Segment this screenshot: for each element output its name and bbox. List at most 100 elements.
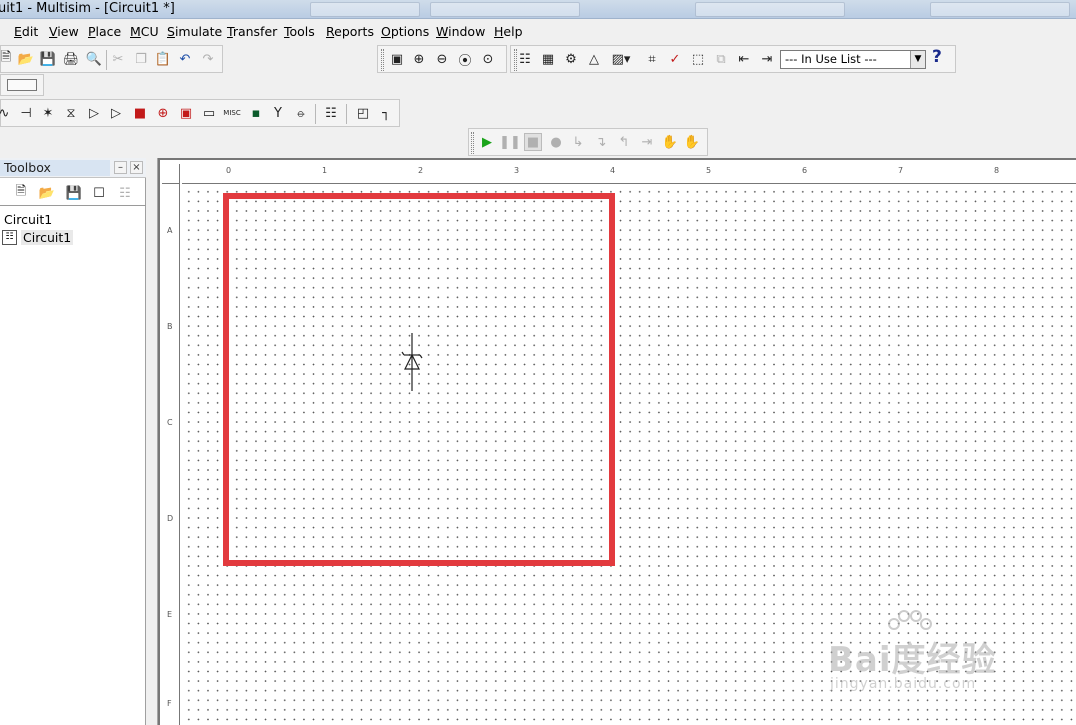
print-icon[interactable]: 🖨 bbox=[62, 50, 80, 68]
hierarchical-block-icon[interactable]: ◰ bbox=[354, 104, 372, 122]
toggle-fullscreen-icon[interactable]: ▣ bbox=[388, 50, 406, 68]
record-icon[interactable]: ● bbox=[547, 133, 565, 151]
mcu-component-icon[interactable]: ☷ bbox=[322, 104, 340, 122]
menu-bar: Edit View Place MCU Simulate Transfer To… bbox=[0, 19, 1076, 43]
save-icon[interactable]: 💾 bbox=[39, 50, 57, 68]
paste-icon[interactable]: 📋 bbox=[154, 50, 172, 68]
close-design-icon[interactable]: ☐ bbox=[90, 184, 108, 202]
new-icon[interactable]: 🗎 bbox=[0, 50, 15, 68]
redo-icon[interactable]: ↷ bbox=[199, 50, 217, 68]
menu-simulate[interactable]: Simulate bbox=[167, 24, 222, 39]
tree-item-label: Circuit1 bbox=[21, 230, 74, 245]
open-design-icon[interactable]: 📂 bbox=[38, 184, 56, 202]
open-folder-icon[interactable]: 📂 bbox=[17, 50, 35, 68]
zoom-fit-icon[interactable]: ⊙ bbox=[479, 50, 497, 68]
menu-transfer[interactable]: Transfer bbox=[227, 24, 277, 39]
spreadsheet-view-icon[interactable]: ▦ bbox=[539, 50, 557, 68]
tree-root[interactable]: Circuit1 bbox=[4, 212, 52, 227]
new-design-icon[interactable]: 🗎 bbox=[12, 184, 30, 202]
save-design-icon[interactable]: 💾 bbox=[65, 184, 83, 202]
power-component-icon[interactable]: ▭ bbox=[200, 104, 218, 122]
step-out-icon[interactable]: ↰ bbox=[615, 133, 633, 151]
print-preview-icon[interactable]: 🔍 bbox=[85, 50, 103, 68]
menu-mcu[interactable]: MCU bbox=[130, 24, 159, 39]
back-annotate-icon[interactable]: ⇤ bbox=[735, 50, 753, 68]
cmos-icon[interactable]: ■ bbox=[131, 104, 149, 122]
indicator-icon[interactable]: ▣ bbox=[177, 104, 195, 122]
erc-icon[interactable]: ✓ bbox=[666, 50, 684, 68]
zoom-out-icon[interactable]: ⊖ bbox=[433, 50, 451, 68]
bus-icon[interactable]: ┐ bbox=[377, 104, 395, 122]
grapher-icon[interactable]: ▨▾ bbox=[609, 50, 633, 68]
forward-annotate-icon[interactable]: ⧉ bbox=[712, 50, 730, 68]
undo-icon[interactable]: ↶ bbox=[176, 50, 194, 68]
menu-view[interactable]: View bbox=[49, 24, 79, 39]
components-toolbar: ∿ ⊣ ✶ ⧖ ▷ ▷ ■ ⊕ ▣ ▭ MISC ▪ Υ ⦵ ☷ ◰ ┐ bbox=[0, 99, 400, 127]
remove-breakpoints-icon[interactable]: ✋ bbox=[683, 133, 701, 151]
title-bar: uit1 - Multisim - [Circuit1 *] bbox=[0, 0, 1076, 19]
view-toolbar: ▣ ⊕ ⊖ ⦿ ⊙ bbox=[377, 45, 507, 73]
postprocessor-icon[interactable]: ⌗ bbox=[643, 50, 661, 68]
run-to-cursor-icon[interactable]: ⇥ bbox=[638, 133, 656, 151]
cut-icon[interactable]: ✂ bbox=[109, 50, 127, 68]
close-button[interactable]: × bbox=[130, 161, 143, 174]
ttl-icon[interactable]: ▷ bbox=[107, 104, 125, 122]
stop-icon[interactable]: ■ bbox=[524, 133, 542, 151]
diode-component[interactable] bbox=[400, 333, 424, 391]
taskbar-tab[interactable] bbox=[930, 2, 1070, 17]
standard-toolbar: 🗎 📂 💾 🖨 🔍 ✂ ❐ 📋 ↶ ↷ bbox=[0, 45, 223, 73]
in-use-list-select[interactable]: --- In Use List --- ▼ bbox=[780, 50, 926, 69]
ruler-top: 0 1 2 3 4 5 6 7 8 bbox=[182, 164, 1076, 184]
mixed-icon[interactable]: ⊕ bbox=[154, 104, 172, 122]
misc-icon[interactable]: MISC bbox=[223, 104, 241, 122]
menu-help[interactable]: Help bbox=[494, 24, 523, 39]
window-title: uit1 - Multisim - [Circuit1 *] bbox=[0, 1, 175, 16]
in-use-list-value: --- In Use List --- bbox=[785, 52, 877, 66]
taskbar-tab[interactable] bbox=[430, 2, 580, 17]
menu-window[interactable]: Window bbox=[436, 24, 485, 39]
pause-icon[interactable]: ❚❚ bbox=[499, 133, 521, 151]
menu-options[interactable]: Options bbox=[381, 24, 429, 39]
diode-icon[interactable]: ✶ bbox=[39, 104, 57, 122]
taskbar-tab[interactable] bbox=[310, 2, 420, 17]
rf-icon[interactable]: Υ bbox=[269, 104, 287, 122]
capture-area-icon[interactable]: ⬚ bbox=[689, 50, 707, 68]
transistor-icon[interactable]: ⧖ bbox=[62, 104, 80, 122]
zoom-area-icon[interactable]: ⦿ bbox=[456, 50, 474, 69]
create-component-icon[interactable]: △ bbox=[585, 50, 603, 68]
taskbar-tab[interactable] bbox=[695, 2, 845, 17]
toolbox-panel: Toolbox – × 🗎 📂 💾 ☐ ☷ Circuit1 ☷ Circuit… bbox=[0, 158, 146, 725]
database-manager-icon[interactable]: ⚙ bbox=[562, 50, 580, 68]
toolbar-toggle-icon[interactable] bbox=[7, 79, 37, 91]
forward-annotate-arrow-icon[interactable]: ⇥ bbox=[758, 50, 776, 68]
simulation-toolbar: ▶ ❚❚ ■ ● ↳ ↴ ↰ ⇥ ✋ ✋ bbox=[468, 128, 708, 156]
toolbar-area: 🗎 📂 💾 🖨 🔍 ✂ ❐ 📋 ↶ ↷ ▣ ⊕ ⊖ ⦿ ⊙ ☷ ▦ ⚙ △ ▨▾… bbox=[0, 43, 1076, 158]
menu-place[interactable]: Place bbox=[88, 24, 121, 39]
ruler-left: A B C D E F bbox=[162, 184, 180, 725]
zoom-in-icon[interactable]: ⊕ bbox=[410, 50, 428, 68]
ruler-corner bbox=[162, 164, 180, 184]
help-icon[interactable]: ? bbox=[932, 47, 942, 67]
basic-icon[interactable]: ⊣ bbox=[17, 104, 35, 122]
chevron-down-icon[interactable]: ▼ bbox=[910, 51, 925, 68]
advanced-peripherals-icon[interactable]: ▪ bbox=[247, 104, 265, 122]
pin-button[interactable]: – bbox=[114, 161, 127, 174]
copy-icon[interactable]: ❐ bbox=[132, 50, 150, 68]
electromechanical-icon[interactable]: ⦵ bbox=[292, 104, 310, 122]
analog-icon[interactable]: ▷ bbox=[85, 104, 103, 122]
run-icon[interactable]: ▶ bbox=[478, 133, 496, 151]
panel-splitter[interactable] bbox=[146, 158, 158, 725]
toolbox-title: Toolbox bbox=[0, 160, 110, 176]
step-over-icon[interactable]: ↴ bbox=[592, 133, 610, 151]
design-toolbox-icon[interactable]: ☷ bbox=[516, 50, 534, 68]
menu-reports[interactable]: Reports bbox=[326, 24, 374, 39]
schematic-doc-icon: ☷ bbox=[2, 230, 17, 245]
menu-tools[interactable]: Tools bbox=[284, 24, 315, 39]
menu-edit[interactable]: Edit bbox=[14, 24, 38, 39]
step-icon[interactable]: ↳ bbox=[569, 133, 587, 151]
delete-design-icon[interactable]: ☷ bbox=[116, 184, 134, 202]
small-toolbar bbox=[0, 74, 44, 96]
source-icon[interactable]: ∿ bbox=[0, 104, 13, 122]
toggle-breakpoint-icon[interactable]: ✋ bbox=[661, 133, 679, 151]
tree-item-circuit1[interactable]: ☷ Circuit1 bbox=[2, 230, 74, 245]
